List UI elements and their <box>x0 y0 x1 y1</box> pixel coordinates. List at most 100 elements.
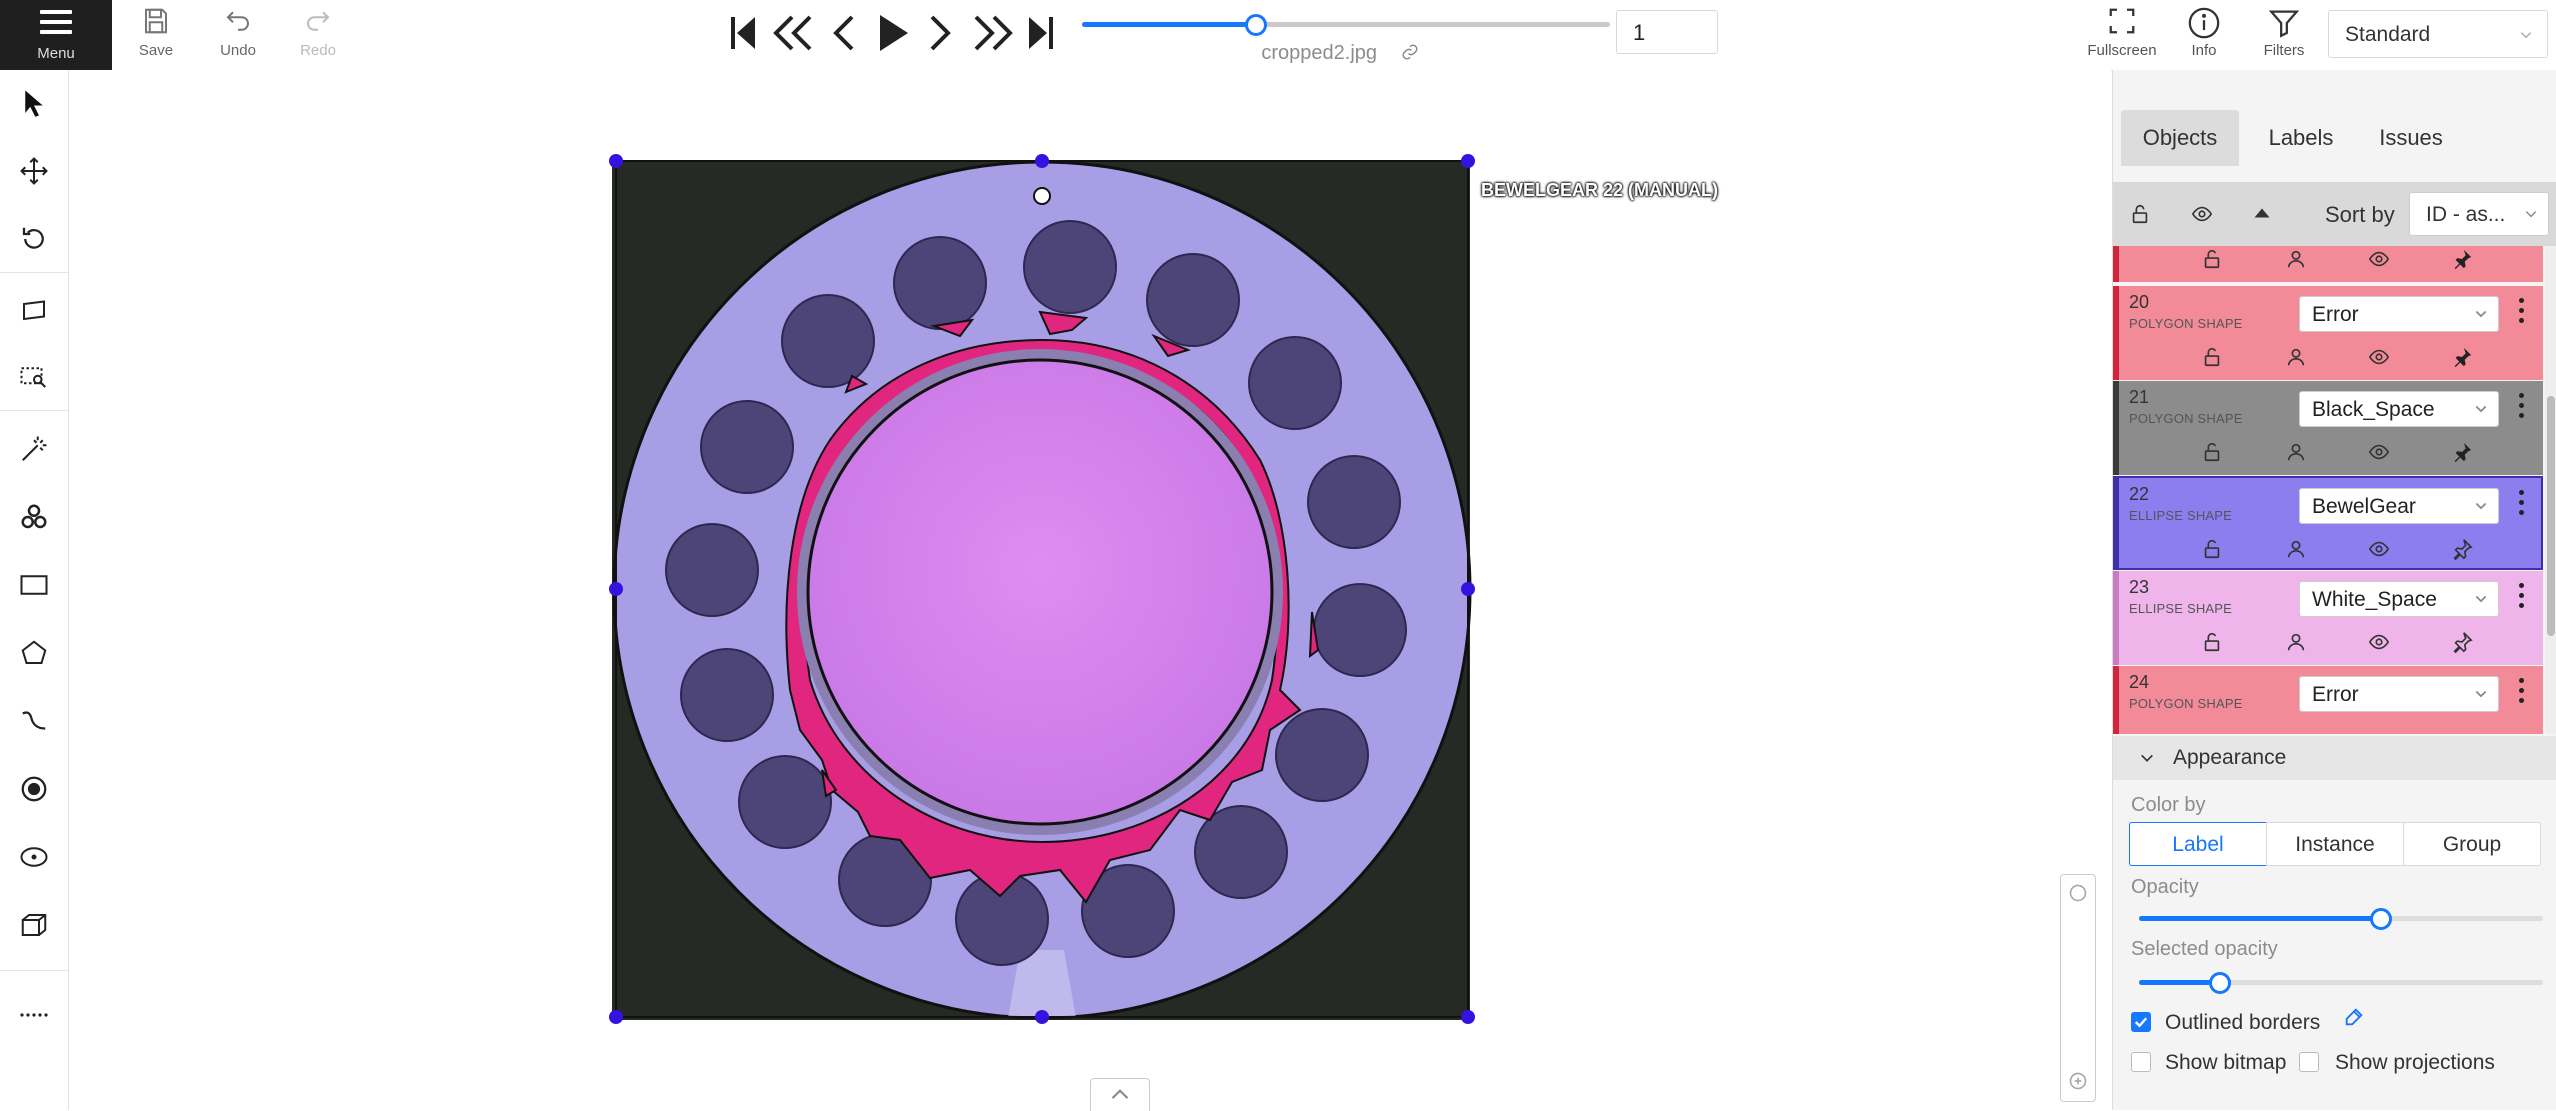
eye-icon[interactable] <box>2367 346 2391 368</box>
info-button[interactable]: Info <box>2178 0 2230 70</box>
redo-button[interactable]: Redo <box>290 0 346 70</box>
lock-icon[interactable] <box>2201 248 2223 270</box>
zoom-out-icon[interactable] <box>2068 883 2088 903</box>
ai-tools-tool[interactable] <box>0 490 68 542</box>
save-button[interactable]: Save <box>130 0 182 70</box>
collapse-all-icon[interactable] <box>2253 206 2271 220</box>
magic-wand-tool[interactable] <box>0 422 68 474</box>
object-menu-icon[interactable] <box>2519 490 2525 520</box>
object-label-select[interactable]: White_Space <box>2299 581 2499 617</box>
menu-button[interactable]: Menu <box>0 0 112 70</box>
appearance-header[interactable]: Appearance <box>2113 736 2556 780</box>
polygon-tool[interactable] <box>0 626 68 678</box>
user-icon[interactable] <box>2285 248 2307 270</box>
fast-forward-icon[interactable] <box>970 13 1014 53</box>
selected-opacity-slider-handle[interactable] <box>2209 972 2231 994</box>
object-label-select[interactable]: Error <box>2299 296 2499 332</box>
object-item-24[interactable]: 24 POLYGON SHAPE Error <box>2113 666 2543 734</box>
next-frame-icon[interactable] <box>926 13 954 53</box>
menu-label: Menu <box>37 45 75 62</box>
first-frame-icon[interactable] <box>728 13 758 53</box>
eye-icon[interactable] <box>2367 441 2391 463</box>
object-label-select[interactable]: Error <box>2299 676 2499 712</box>
points-tool[interactable] <box>0 762 68 814</box>
link-icon[interactable] <box>1401 43 1419 61</box>
object-menu-icon[interactable] <box>2519 583 2525 613</box>
user-icon[interactable] <box>2285 346 2307 368</box>
color-by-label-option[interactable]: Label <box>2129 822 2267 866</box>
object-item-23[interactable]: 23 ELLIPSE SHAPE White_Space <box>2113 571 2543 665</box>
ellipse-icon <box>20 847 48 867</box>
previous-frame-icon[interactable] <box>830 13 858 53</box>
rotate-tool[interactable] <box>0 212 68 264</box>
eye-icon[interactable] <box>2367 538 2391 560</box>
frame-number-input[interactable]: 1 <box>1616 10 1718 54</box>
more-icon <box>20 1013 48 1017</box>
zoom-control[interactable] <box>2060 874 2096 1102</box>
more-tools[interactable] <box>0 984 68 1036</box>
lock-icon[interactable] <box>2201 346 2223 368</box>
tab-objects[interactable]: Objects <box>2121 110 2239 166</box>
object-item-partial[interactable] <box>2113 246 2543 282</box>
object-item-20[interactable]: 20 POLYGON SHAPE Error <box>2113 286 2543 380</box>
bottom-panel-toggle[interactable] <box>1090 1078 1150 1111</box>
lock-all-icon[interactable] <box>2129 203 2151 225</box>
frame-slider[interactable] <box>1082 14 1610 36</box>
show-bitmap-checkbox[interactable] <box>2131 1052 2151 1072</box>
user-icon[interactable] <box>2285 631 2307 653</box>
polyline-tool[interactable] <box>0 694 68 746</box>
object-item-22[interactable]: 22 ELLIPSE SHAPE BewelGear <box>2113 476 2543 570</box>
play-icon[interactable] <box>876 13 910 53</box>
sort-by-select[interactable]: ID - as... <box>2409 192 2549 236</box>
pin-icon[interactable] <box>2451 441 2473 463</box>
selected-opacity-slider[interactable] <box>2139 972 2543 994</box>
outlined-borders-checkbox[interactable] <box>2131 1012 2151 1032</box>
object-label-select[interactable]: BewelGear <box>2299 488 2499 524</box>
user-icon[interactable] <box>2285 441 2307 463</box>
objects-scrollbar[interactable] <box>2545 246 2556 734</box>
color-picker-icon[interactable] <box>2343 1006 2365 1028</box>
object-menu-icon[interactable] <box>2519 393 2525 423</box>
zoom-region-tool[interactable] <box>0 350 68 402</box>
annotation-canvas[interactable]: BEWELGEAR 22 (MANUAL) <box>69 70 2111 1111</box>
tab-labels[interactable]: Labels <box>2249 110 2353 166</box>
color-by-instance-option[interactable]: Instance <box>2266 822 2404 866</box>
pin-icon[interactable] <box>2451 631 2473 653</box>
lock-icon[interactable] <box>2201 441 2223 463</box>
white-space-ellipse[interactable] <box>806 358 1274 826</box>
user-icon[interactable] <box>2285 538 2307 560</box>
ellipse-tool[interactable] <box>0 830 68 882</box>
workspace-select[interactable]: Standard <box>2328 10 2548 58</box>
rotation-handle[interactable] <box>1033 187 1051 205</box>
lock-icon[interactable] <box>2201 631 2223 653</box>
frame-slider-handle[interactable] <box>1245 14 1267 36</box>
pin-icon[interactable] <box>2451 248 2473 270</box>
fit-image-tool[interactable] <box>0 282 68 334</box>
rectangle-tool[interactable] <box>0 558 68 610</box>
show-projections-checkbox[interactable] <box>2299 1052 2319 1072</box>
color-by-group-option[interactable]: Group <box>2403 822 2541 866</box>
move-tool[interactable] <box>0 144 68 196</box>
opacity-slider[interactable] <box>2139 908 2543 930</box>
eye-icon[interactable] <box>2367 248 2391 270</box>
pin-icon[interactable] <box>2451 346 2473 368</box>
annotated-image[interactable] <box>69 70 2111 1110</box>
eye-icon[interactable] <box>2367 631 2391 653</box>
object-label-select[interactable]: Black_Space <box>2299 391 2499 427</box>
filters-button[interactable]: Filters <box>2256 0 2312 70</box>
cuboid-tool[interactable] <box>0 898 68 950</box>
fullscreen-button[interactable]: Fullscreen <box>2086 0 2158 70</box>
pin-icon[interactable] <box>2451 538 2473 560</box>
eye-all-icon[interactable] <box>2189 203 2215 225</box>
object-item-21[interactable]: 21 POLYGON SHAPE Black_Space <box>2113 381 2543 475</box>
zoom-in-icon[interactable] <box>2068 1071 2088 1091</box>
tab-issues[interactable]: Issues <box>2359 110 2463 166</box>
object-menu-icon[interactable] <box>2519 678 2525 708</box>
cursor-tool[interactable] <box>0 76 68 128</box>
lock-icon[interactable] <box>2201 538 2223 560</box>
object-menu-icon[interactable] <box>2519 298 2525 328</box>
opacity-slider-handle[interactable] <box>2370 908 2392 930</box>
fast-backward-icon[interactable] <box>772 13 816 53</box>
last-frame-icon[interactable] <box>1026 13 1056 53</box>
undo-button[interactable]: Undo <box>210 0 266 70</box>
